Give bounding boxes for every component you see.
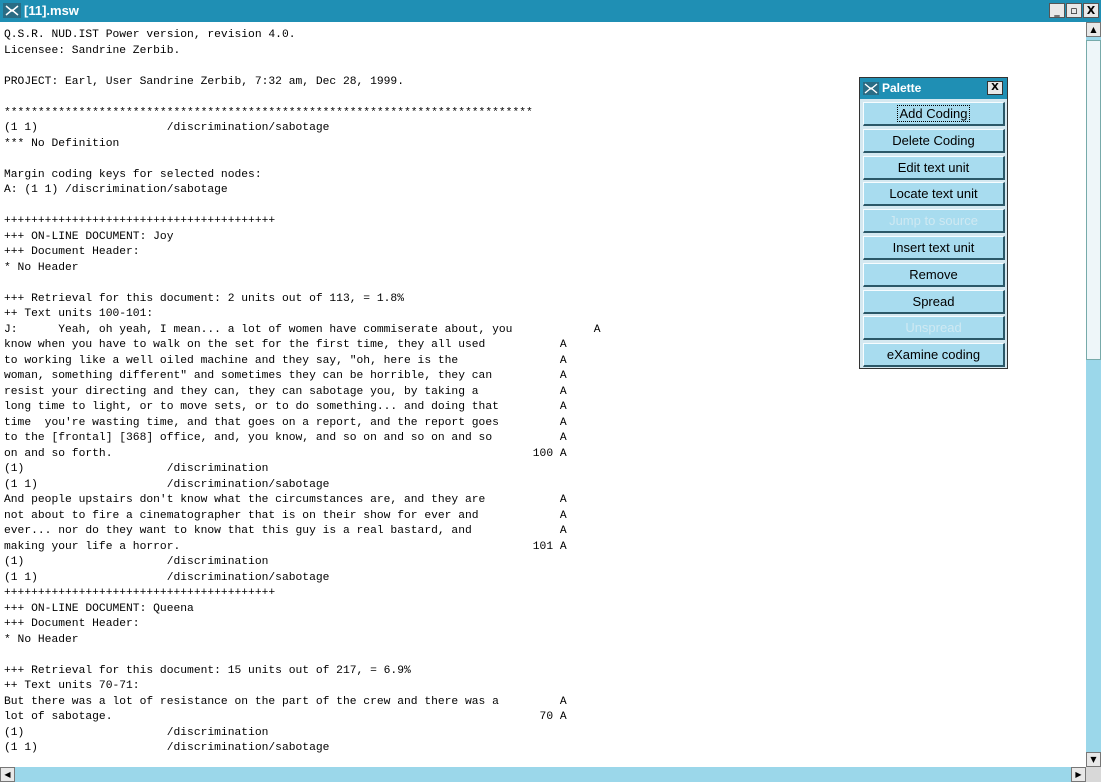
edit-text-unit-label: Edit text unit [897,159,970,175]
horizontal-scrollbar[interactable]: ◀ ▶ [0,767,1086,782]
scroll-down-arrow[interactable]: ▼ [1086,752,1101,767]
delete-coding-button[interactable]: Delete Coding [863,128,1005,153]
scroll-corner [1086,767,1101,782]
palette-button-list: Add Coding Delete Coding Edit text unit … [860,99,1007,368]
palette-titlebar[interactable]: Palette X [860,78,1007,99]
jump-to-source-label: Jump to source [889,213,978,229]
palette-window[interactable]: Palette X Add Coding Delete Coding Edit … [859,77,1008,369]
delete-coding-label: Delete Coding [892,132,975,148]
scroll-left-arrow[interactable]: ◀ [0,767,15,782]
remove-button[interactable]: Remove [863,262,1005,287]
insert-text-unit-label: Insert text unit [892,239,975,255]
palette-app-icon [863,82,879,95]
spread-label: Spread [912,293,955,309]
locate-text-unit-label: Locate text unit [889,186,978,202]
window-controls: _ ▫ X [1049,3,1099,18]
scroll-up-arrow[interactable]: ▲ [1086,22,1101,37]
scroll-right-arrow[interactable]: ▶ [1071,767,1086,782]
window-titlebar[interactable]: [11].msw _ ▫ X [0,0,1101,22]
insert-text-unit-button[interactable]: Insert text unit [863,235,1005,260]
unspread-button[interactable]: Unspread [863,316,1005,341]
window-title: [11].msw [24,3,79,18]
jump-to-source-button[interactable]: Jump to source [863,209,1005,234]
remove-label: Remove [909,266,958,282]
spread-button[interactable]: Spread [863,289,1005,314]
palette-title: Palette [882,81,922,95]
locate-text-unit-button[interactable]: Locate text unit [863,182,1005,207]
add-coding-label: Add Coding [896,105,971,122]
vertical-scrollbar[interactable]: ▲ ▼ [1086,22,1101,767]
app-icon [3,3,21,18]
minimize-button[interactable]: _ [1049,3,1065,18]
vertical-scroll-thumb[interactable] [1086,40,1101,360]
examine-coding-label: eXamine coding [886,347,981,363]
examine-coding-button[interactable]: eXamine coding [863,343,1005,368]
unspread-label: Unspread [905,320,962,336]
close-button[interactable]: X [1083,3,1099,18]
edit-text-unit-button[interactable]: Edit text unit [863,155,1005,180]
palette-close-button[interactable]: X [987,81,1003,95]
add-coding-button[interactable]: Add Coding [863,102,1005,126]
restore-button[interactable]: ▫ [1066,3,1082,18]
